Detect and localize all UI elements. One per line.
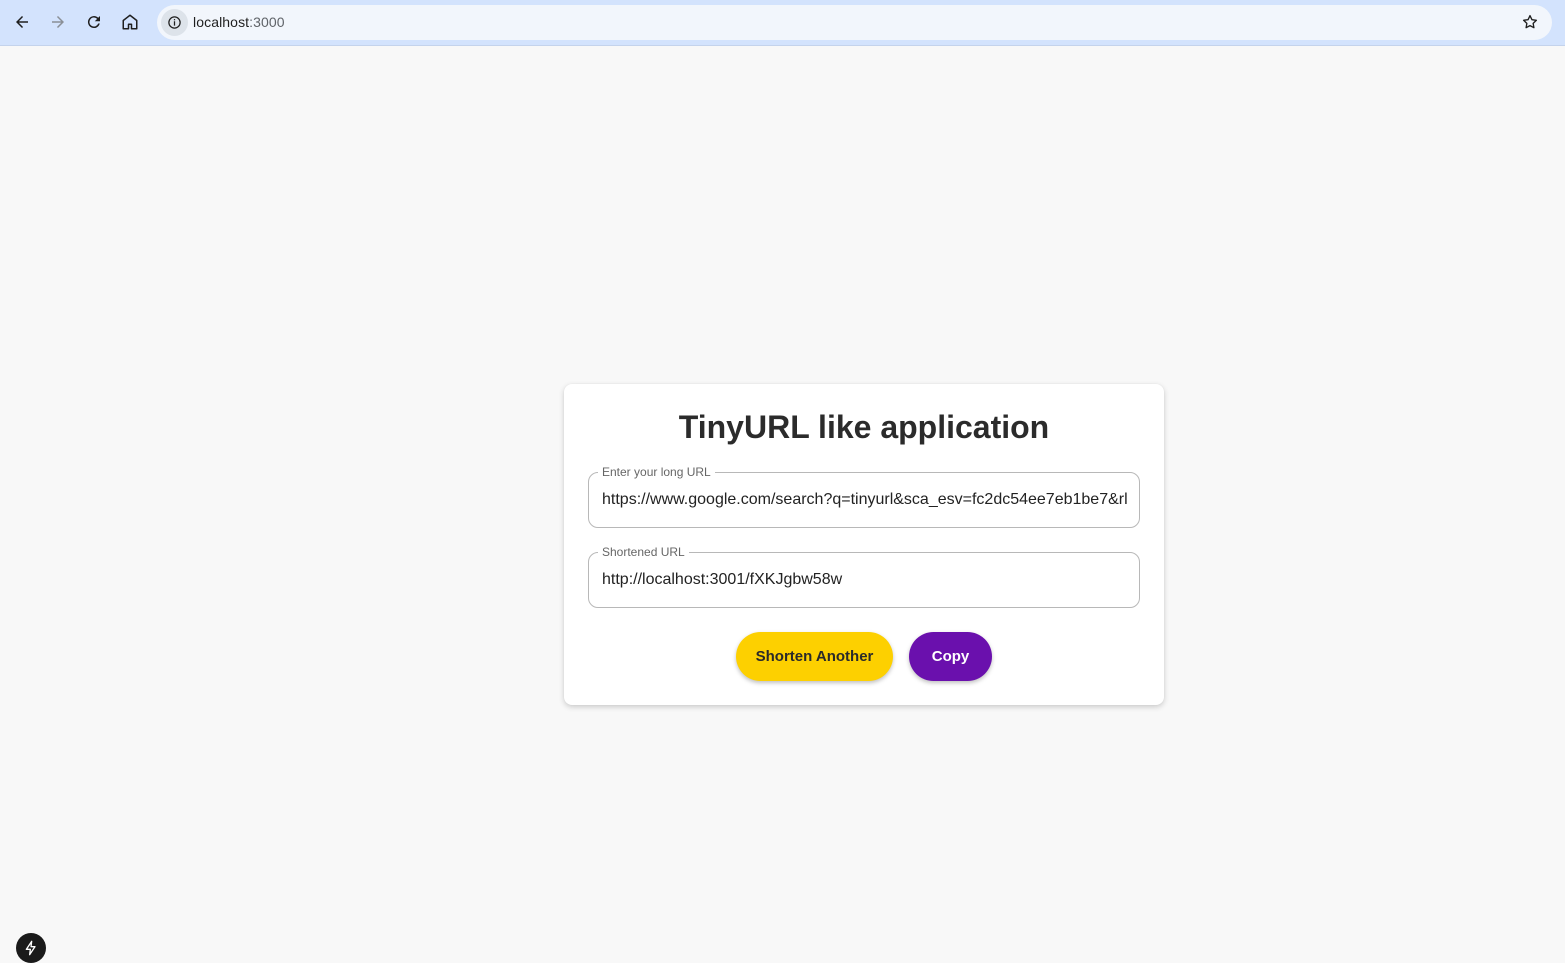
- short-url-input[interactable]: [602, 553, 1128, 607]
- home-icon: [122, 14, 138, 30]
- browser-toolbar: localhost:3000: [0, 0, 1565, 46]
- dev-tools-button[interactable]: [16, 933, 46, 963]
- shorten-another-button[interactable]: Shorten Another: [736, 632, 893, 681]
- forward-button[interactable]: [44, 8, 72, 36]
- arrow-right-icon: [52, 16, 64, 28]
- url-shortener-card: TinyURL like application Enter your long…: [564, 384, 1164, 705]
- arrow-left-icon: [16, 16, 28, 28]
- short-url-field: Shortened URL: [588, 545, 1140, 608]
- back-button[interactable]: [8, 8, 36, 36]
- home-button[interactable]: [116, 8, 144, 36]
- info-icon: [168, 16, 181, 29]
- reload-icon: [87, 16, 100, 29]
- star-icon: [1522, 14, 1538, 29]
- lightning-icon: [25, 940, 36, 956]
- copy-button[interactable]: Copy: [909, 632, 992, 681]
- address-bar[interactable]: localhost:3000: [157, 5, 1552, 40]
- bookmark-button[interactable]: [1520, 12, 1540, 32]
- reload-button[interactable]: [80, 8, 108, 36]
- page-title: TinyURL like application: [678, 409, 1050, 445]
- address-host: localhost: [193, 14, 250, 30]
- site-info-button[interactable]: [161, 9, 188, 36]
- address-port: :3000: [249, 14, 285, 30]
- address-text: localhost:3000: [193, 14, 285, 30]
- long-url-field: Enter your long URL: [588, 465, 1140, 528]
- long-url-input[interactable]: [602, 473, 1128, 527]
